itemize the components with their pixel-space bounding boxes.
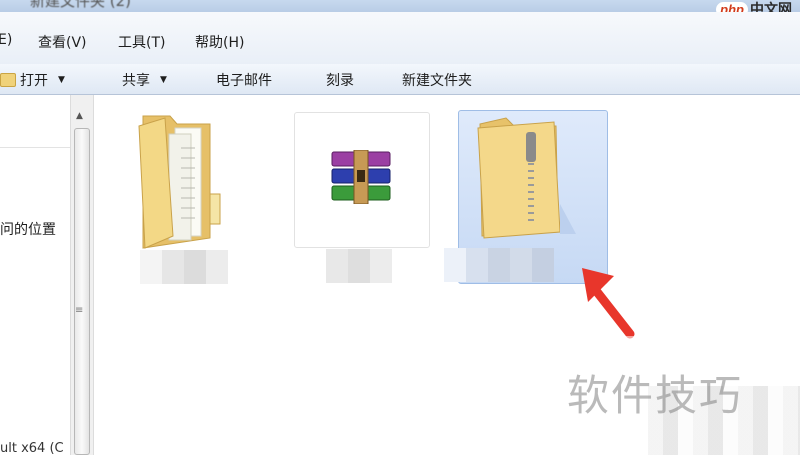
menu-edit[interactable]: E) xyxy=(0,32,12,48)
burn-button[interactable]: 刻录 xyxy=(326,70,354,90)
folder-icon xyxy=(138,115,221,249)
new-folder-button[interactable]: 新建文件夹 xyxy=(402,70,472,90)
nav-drive-partial[interactable]: ult x64 (C xyxy=(0,441,64,456)
share-label: 共享 xyxy=(122,73,150,89)
chevron-down-icon: ▼ xyxy=(58,75,65,85)
scroll-grip-icon: ≡ xyxy=(75,305,84,316)
menu-tools[interactable]: 工具(T) xyxy=(118,32,165,52)
nav-item-partial[interactable]: 问的位置 xyxy=(0,219,56,239)
file-name-blurred xyxy=(140,250,228,284)
navigation-pane: 问的位置 xyxy=(0,95,71,455)
file-item-folder[interactable] xyxy=(120,108,250,288)
new-folder-label: 新建文件夹 xyxy=(402,73,472,89)
folder-open-icon xyxy=(0,73,16,87)
watermark-text: 软件技巧 xyxy=(567,371,744,420)
file-name-blurred xyxy=(444,248,554,282)
email-label: 电子邮件 xyxy=(216,73,272,89)
open-label: 打开 xyxy=(20,73,48,89)
zip-folder-icon xyxy=(477,117,576,239)
menu-view[interactable]: 查看(V) xyxy=(38,32,87,52)
burn-label: 刻录 xyxy=(326,73,354,89)
red-arrow-icon xyxy=(582,268,635,339)
winrar-archive-icon xyxy=(331,150,391,204)
open-button[interactable]: 打开 ▼ xyxy=(0,70,65,90)
chevron-down-icon: ▼ xyxy=(160,75,167,85)
menu-bar: E) 查看(V) 工具(T) 帮助(H) xyxy=(0,12,800,65)
scroll-thumb[interactable] xyxy=(74,128,90,455)
command-bar: 打开 ▼ 共享 ▼ 电子邮件 刻录 新建文件夹 xyxy=(0,64,800,95)
title-bar: 新建文件夹 (2) xyxy=(0,0,800,12)
email-button[interactable]: 电子邮件 xyxy=(216,70,272,90)
file-item-zip-selected[interactable] xyxy=(440,110,610,285)
nav-scrollbar[interactable]: ▲ ≡ xyxy=(70,95,94,455)
window-title: 新建文件夹 (2) xyxy=(30,0,132,10)
nav-divider xyxy=(0,147,70,148)
scroll-up-arrow-icon[interactable]: ▲ xyxy=(76,111,83,121)
file-item-archive[interactable] xyxy=(292,112,432,287)
menu-help[interactable]: 帮助(H) xyxy=(195,32,244,52)
share-button[interactable]: 共享 ▼ xyxy=(122,70,167,90)
file-name-blurred xyxy=(326,249,392,283)
